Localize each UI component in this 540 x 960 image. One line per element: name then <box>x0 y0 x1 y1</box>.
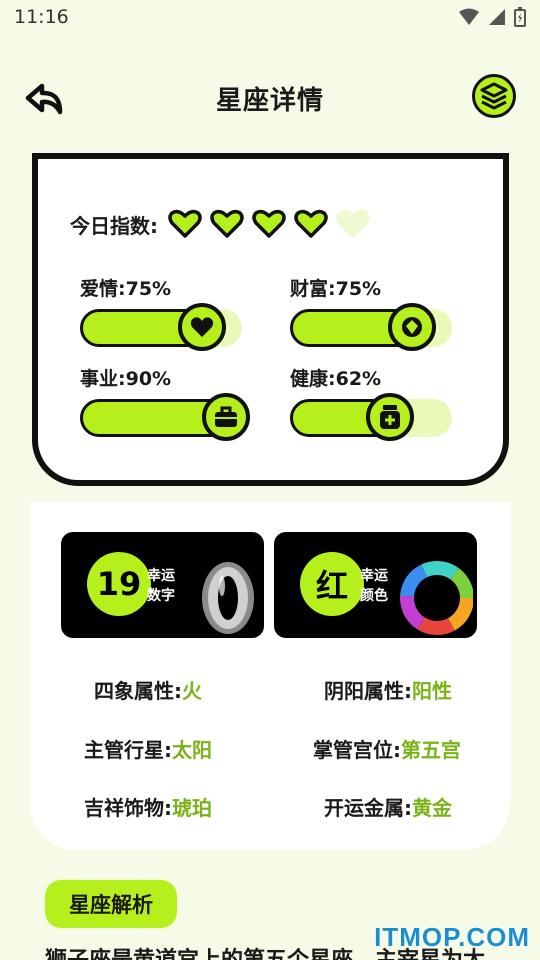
stat-love-track <box>80 303 242 351</box>
stat-love-knob <box>177 303 226 351</box>
info-panel: 19 幸运 数字 红 幸运 颜色 四象属性:火 阴阳属性:阳性 主管行星:太阳 掌管… <box>30 502 510 850</box>
attr-ruling-house: 掌管宫位:第五宫 <box>313 738 461 762</box>
header: 星座详情 <box>0 70 540 124</box>
wifi-icon <box>459 8 479 25</box>
analysis-tag: 星座解析 <box>45 880 177 928</box>
lucky-color-label: 幸运 颜色 <box>360 568 388 604</box>
stat-health-track <box>290 393 452 441</box>
attr-ruling-planet: 主管行星:太阳 <box>84 738 212 762</box>
watermark: ITMOP.COM <box>374 922 530 952</box>
zero-3d-icon <box>202 562 254 634</box>
heart-filled-icon <box>210 209 244 238</box>
lucky-number-value: 19 <box>87 552 151 616</box>
heart-filled-icon <box>294 209 328 238</box>
today-index-row: 今日指数: <box>70 209 378 239</box>
fortune-card: 今日指数: 爱情:75% 财富:75% 事业:90% 健康:62% <box>32 153 509 486</box>
stat-career-label: 事业:90% <box>80 368 172 390</box>
attr-lucky-charm: 吉祥饰物:琥珀 <box>84 796 212 820</box>
medicine-icon <box>380 405 401 429</box>
signal-icon <box>489 9 505 25</box>
stat-health-knob <box>366 393 415 441</box>
status-icons <box>458 7 526 27</box>
lucky-color-card: 红 幸运 颜色 <box>274 532 477 638</box>
stat-health-label: 健康:62% <box>290 368 382 390</box>
lucky-color-value: 红 <box>300 552 364 616</box>
heart-filled-icon <box>252 209 286 238</box>
stat-health: 健康:62% <box>290 367 462 441</box>
today-index-label: 今日指数: <box>70 213 158 238</box>
page-title: 星座详情 <box>215 86 324 116</box>
attr-lucky-metal: 开运金属:黄金 <box>324 796 452 820</box>
briefcase-icon <box>214 406 237 427</box>
stat-wealth-knob <box>387 303 436 351</box>
stat-career-track <box>80 393 250 441</box>
lucky-number-card: 19 幸运 数字 <box>61 532 264 638</box>
attr-yinyang: 阴阳属性:阳性 <box>324 679 452 703</box>
heart-empty-icon <box>336 209 370 238</box>
stat-career: 事业:90% <box>80 367 252 441</box>
diamond-icon <box>401 317 422 337</box>
layers-button[interactable] <box>472 74 516 118</box>
stat-love-label: 爱情:75% <box>80 278 172 300</box>
status-bar: 11:16 <box>0 0 540 36</box>
lucky-number-label: 幸运 数字 <box>147 568 175 604</box>
layers-icon <box>480 82 508 110</box>
rating-hearts <box>168 209 378 239</box>
stat-wealth-track <box>290 303 452 351</box>
stat-love: 爱情:75% <box>80 277 252 351</box>
heart-icon <box>190 317 213 337</box>
color-ring-icon <box>400 561 473 635</box>
battery-icon <box>514 7 526 27</box>
heart-filled-icon <box>168 209 202 238</box>
stat-wealth-label: 财富:75% <box>290 278 382 300</box>
stat-wealth: 财富:75% <box>290 277 462 351</box>
attr-element: 四象属性:火 <box>94 679 202 703</box>
status-time: 11:16 <box>14 6 69 28</box>
stat-career-knob <box>201 393 250 441</box>
